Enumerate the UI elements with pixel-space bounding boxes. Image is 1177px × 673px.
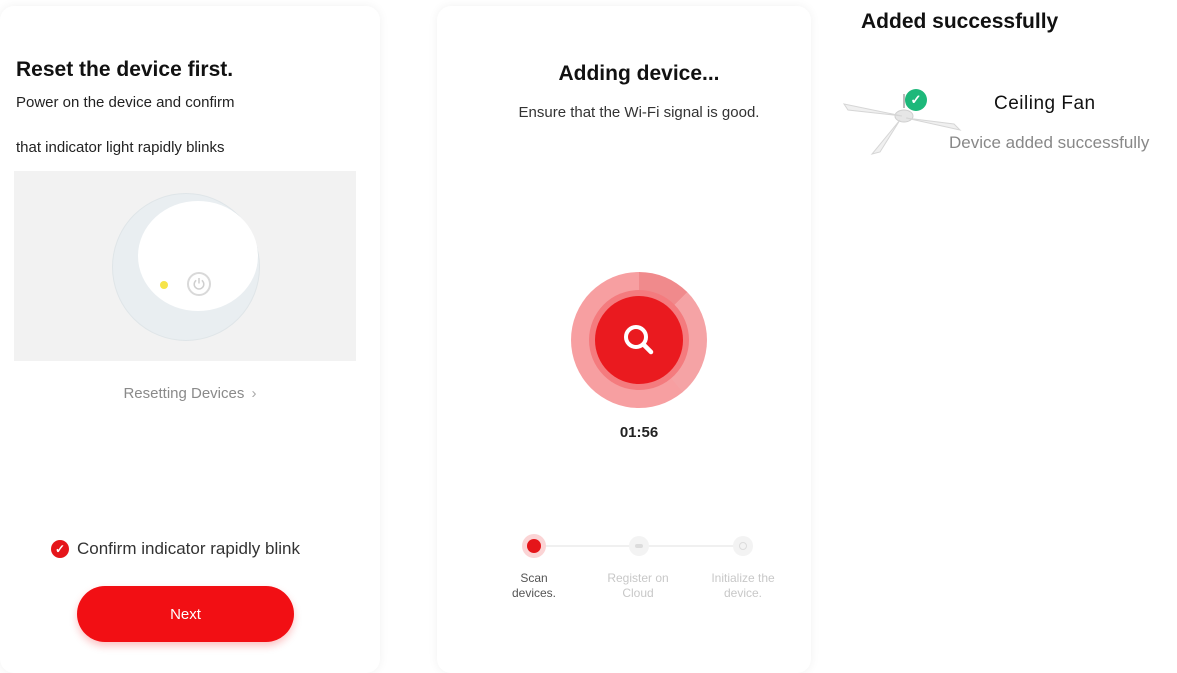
- cloud-icon: [629, 536, 649, 556]
- adding-device-panel: Adding device... Ensure that the Wi-Fi s…: [437, 6, 811, 673]
- cloud-glyph: [635, 544, 643, 548]
- step-initialize-line1: Initialize the: [711, 571, 775, 585]
- step-register-line1: Register on: [607, 571, 669, 585]
- confirm-blink-label: Confirm indicator rapidly blink: [77, 539, 300, 558]
- ceiling-fan-icon: [842, 94, 962, 155]
- success-panel: Added successfully ✓ Ceiling Fan Device …: [822, 0, 1177, 673]
- check-icon: ✓: [51, 540, 69, 558]
- step-initialize-line2: device.: [723, 586, 763, 600]
- chevron-right-icon: ›: [251, 385, 257, 402]
- success-title: Added successfully: [861, 10, 1059, 33]
- countdown-timer: 01:56: [619, 424, 659, 441]
- reset-instruction-line2: that indicator light rapidly blinks: [16, 139, 225, 156]
- step-scan-line1: Scan: [520, 571, 548, 585]
- search-icon: [595, 296, 683, 384]
- resetting-devices-label: Resetting Devices: [123, 385, 245, 402]
- indicator-light: [160, 281, 168, 289]
- success-check-icon: ✓: [905, 89, 927, 111]
- adding-title: Adding device...: [558, 62, 720, 85]
- reset-title: Reset the device first.: [16, 58, 234, 81]
- power-icon: [187, 272, 211, 296]
- step-scan-indicator: [522, 534, 546, 558]
- device-name: Ceiling Fan: [994, 93, 1096, 114]
- reset-instruction-line1: Power on the device and confirm: [16, 94, 235, 111]
- step-connector-1: [545, 545, 633, 547]
- scan-dot: [527, 539, 541, 553]
- step-register-label: Register on Cloud: [593, 571, 683, 601]
- step-initialize-label: Initialize the device.: [698, 571, 788, 601]
- device-illustration: [14, 171, 356, 361]
- resetting-devices-link[interactable]: Resetting Devices ›: [0, 385, 380, 402]
- step-register-line2: Cloud: [622, 586, 654, 600]
- step-connector-2: [647, 545, 737, 547]
- next-button[interactable]: Next: [77, 586, 294, 642]
- initialize-glyph: [739, 542, 747, 550]
- step-scan-label: Scan devices.: [489, 571, 579, 601]
- device-status: Device added successfully: [949, 133, 1150, 152]
- reset-device-panel: Reset the device first. Power on the dev…: [0, 6, 380, 673]
- initialize-icon: [733, 536, 753, 556]
- confirm-blink-checkbox[interactable]: ✓ Confirm indicator rapidly blink: [51, 539, 300, 559]
- step-scan-line2: devices.: [511, 586, 557, 600]
- wifi-hint: Ensure that the Wi-Fi signal is good.: [518, 104, 760, 121]
